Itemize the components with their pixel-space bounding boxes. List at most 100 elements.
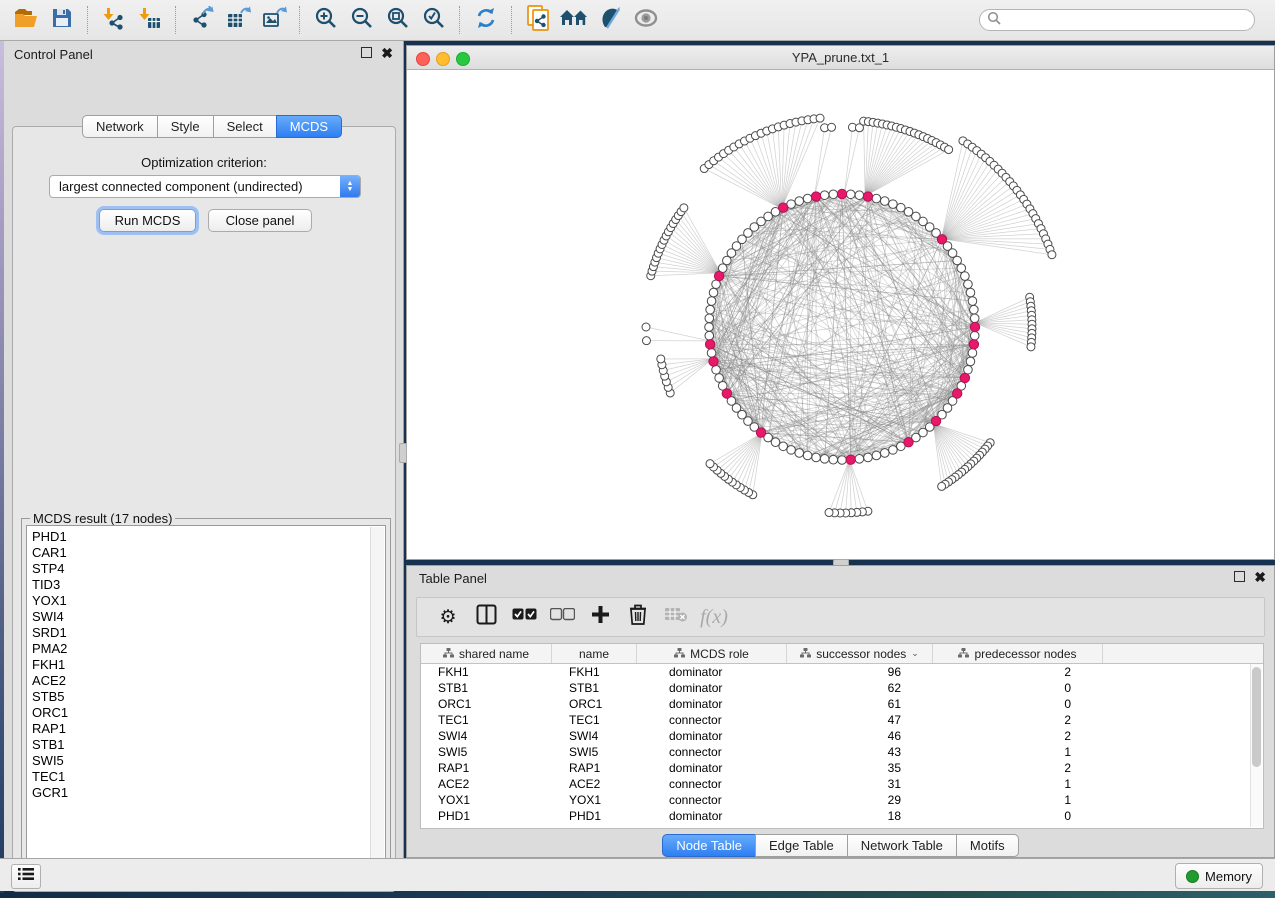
mcds-result-list[interactable]: PHD1CAR1STP4TID3YOX1SWI4SRD1PMA2FKH1ACE2…: [26, 525, 386, 883]
task-history-button[interactable]: [11, 864, 41, 889]
table-body: FKH1FKH1dominator962STB1STB1dominator620…: [421, 664, 1263, 824]
search-input[interactable]: [1005, 10, 1254, 30]
tab-select[interactable]: Select: [213, 115, 277, 138]
deselect-all-button[interactable]: [543, 600, 581, 634]
table-scrollbar-thumb[interactable]: [1252, 667, 1261, 767]
show-hidden-button[interactable]: [628, 3, 664, 37]
import-table-button[interactable]: [132, 3, 168, 37]
column-header-predecessor-nodes[interactable]: predecessor nodes: [933, 644, 1103, 663]
mcds-result-item[interactable]: SWI4: [32, 609, 385, 625]
column-header-name[interactable]: name: [552, 644, 637, 663]
table-row[interactable]: ACE2ACE2connector311: [421, 776, 1263, 792]
table-scrollbar[interactable]: [1250, 664, 1262, 827]
zoom-out-button[interactable]: [344, 3, 380, 37]
mcds-result-item[interactable]: TID3: [32, 577, 385, 593]
mcds-result-item[interactable]: RAP1: [32, 721, 385, 737]
network-window-titlebar[interactable]: YPA_prune.txt_1: [407, 46, 1274, 70]
zoom-selected-button[interactable]: [416, 3, 452, 37]
import-network-icon: [102, 6, 126, 35]
tab-network[interactable]: Network: [82, 115, 158, 138]
mcds-result-item[interactable]: CAR1: [32, 545, 385, 561]
mcds-result-item[interactable]: TEC1: [32, 769, 385, 785]
table-cell: 0: [933, 696, 1103, 712]
table-cell: dominator: [637, 664, 787, 680]
table-row[interactable]: STB1STB1dominator620: [421, 680, 1263, 696]
table-row[interactable]: ORC1ORC1dominator610: [421, 696, 1263, 712]
import-network-button[interactable]: [96, 3, 132, 37]
table-row[interactable]: PHD1PHD1dominator180: [421, 808, 1263, 824]
mcds-result-item[interactable]: YOX1: [32, 593, 385, 609]
mcds-result-item[interactable]: SRD1: [32, 625, 385, 641]
vertical-splitter-handle[interactable]: [399, 443, 407, 463]
table-cell: dominator: [637, 680, 787, 696]
close-table-panel-icon[interactable]: ✖: [1254, 572, 1266, 582]
mcds-result-item[interactable]: STB1: [32, 737, 385, 753]
memory-label: Memory: [1205, 869, 1252, 884]
new-network-button[interactable]: [520, 3, 556, 37]
save-icon: [51, 7, 73, 34]
open-file-button[interactable]: [8, 3, 44, 37]
table-settings-button[interactable]: ⚙: [429, 600, 467, 634]
table-row[interactable]: SWI5SWI5connector431: [421, 744, 1263, 760]
tab-network-table[interactable]: Network Table: [847, 834, 957, 857]
export-network-button[interactable]: [184, 3, 220, 37]
table-cell: YOX1: [552, 792, 637, 808]
tab-mcds[interactable]: MCDS: [276, 115, 342, 138]
float-panel-icon[interactable]: [361, 47, 372, 58]
tab-node-table[interactable]: Node Table: [662, 834, 756, 857]
houses-icon: [559, 7, 589, 34]
table-cell: 96: [787, 664, 933, 680]
delete-column-button[interactable]: [619, 600, 657, 634]
refresh-layout-button[interactable]: [468, 3, 504, 37]
export-image-button[interactable]: [256, 3, 292, 37]
mcds-result-item[interactable]: ORC1: [32, 705, 385, 721]
mcds-list-scrollbar[interactable]: [370, 527, 384, 881]
table-row[interactable]: RAP1RAP1dominator352: [421, 760, 1263, 776]
table-row[interactable]: TEC1TEC1connector472: [421, 712, 1263, 728]
zoom-in-button[interactable]: [308, 3, 344, 37]
column-header-shared-name[interactable]: shared name: [421, 644, 552, 663]
mcds-result-item[interactable]: GCR1: [32, 785, 385, 801]
table-panel-tabs: Node TableEdge TableNetwork TableMotifs: [407, 834, 1274, 857]
mcds-result-item[interactable]: PHD1: [32, 529, 385, 545]
save-session-button[interactable]: [44, 3, 80, 37]
add-column-button[interactable]: [581, 600, 619, 634]
function-builder-button[interactable]: f(x): [695, 600, 733, 634]
mcds-result-item[interactable]: FKH1: [32, 657, 385, 673]
optimization-criterion-select[interactable]: largest connected component (undirected)…: [49, 175, 361, 198]
run-mcds-button[interactable]: Run MCDS: [99, 209, 196, 232]
show-column-panel-button[interactable]: [467, 600, 505, 634]
close-panel-button[interactable]: Close panel: [208, 209, 312, 232]
column-header-MCDS-role[interactable]: MCDS role: [637, 644, 787, 663]
select-all-button[interactable]: [505, 600, 543, 634]
hide-selected-button[interactable]: [592, 3, 628, 37]
memory-button[interactable]: Memory: [1175, 863, 1263, 889]
column-header-successor-nodes[interactable]: successor nodes⌄: [787, 644, 933, 663]
mcds-result-item[interactable]: STB5: [32, 689, 385, 705]
export-image-icon: [262, 6, 287, 35]
close-panel-icon[interactable]: ✖: [381, 48, 393, 58]
tab-style[interactable]: Style: [157, 115, 214, 138]
table-cell: PHD1: [421, 808, 552, 824]
table-cell: ORC1: [421, 696, 552, 712]
table-row[interactable]: SWI4SWI4dominator462: [421, 728, 1263, 744]
delete-table-button[interactable]: [657, 600, 695, 634]
table-cell: 62: [787, 680, 933, 696]
tab-motifs[interactable]: Motifs: [956, 834, 1019, 857]
tab-edge-table[interactable]: Edge Table: [755, 834, 848, 857]
mcds-result-item[interactable]: ACE2: [32, 673, 385, 689]
table-cell: 46: [787, 728, 933, 744]
search-box[interactable]: [979, 9, 1255, 31]
table-cell: dominator: [637, 728, 787, 744]
show-all-button[interactable]: [556, 3, 592, 37]
float-table-panel-icon[interactable]: [1234, 571, 1245, 582]
export-table-button[interactable]: [220, 3, 256, 37]
table-cell: SWI4: [552, 728, 637, 744]
zoom-fit-button[interactable]: [380, 3, 416, 37]
mcds-result-item[interactable]: SWI5: [32, 753, 385, 769]
table-row[interactable]: YOX1YOX1connector291: [421, 792, 1263, 808]
mcds-result-item[interactable]: PMA2: [32, 641, 385, 657]
mcds-result-item[interactable]: STP4: [32, 561, 385, 577]
network-canvas[interactable]: [407, 69, 1274, 559]
table-row[interactable]: FKH1FKH1dominator962: [421, 664, 1263, 680]
